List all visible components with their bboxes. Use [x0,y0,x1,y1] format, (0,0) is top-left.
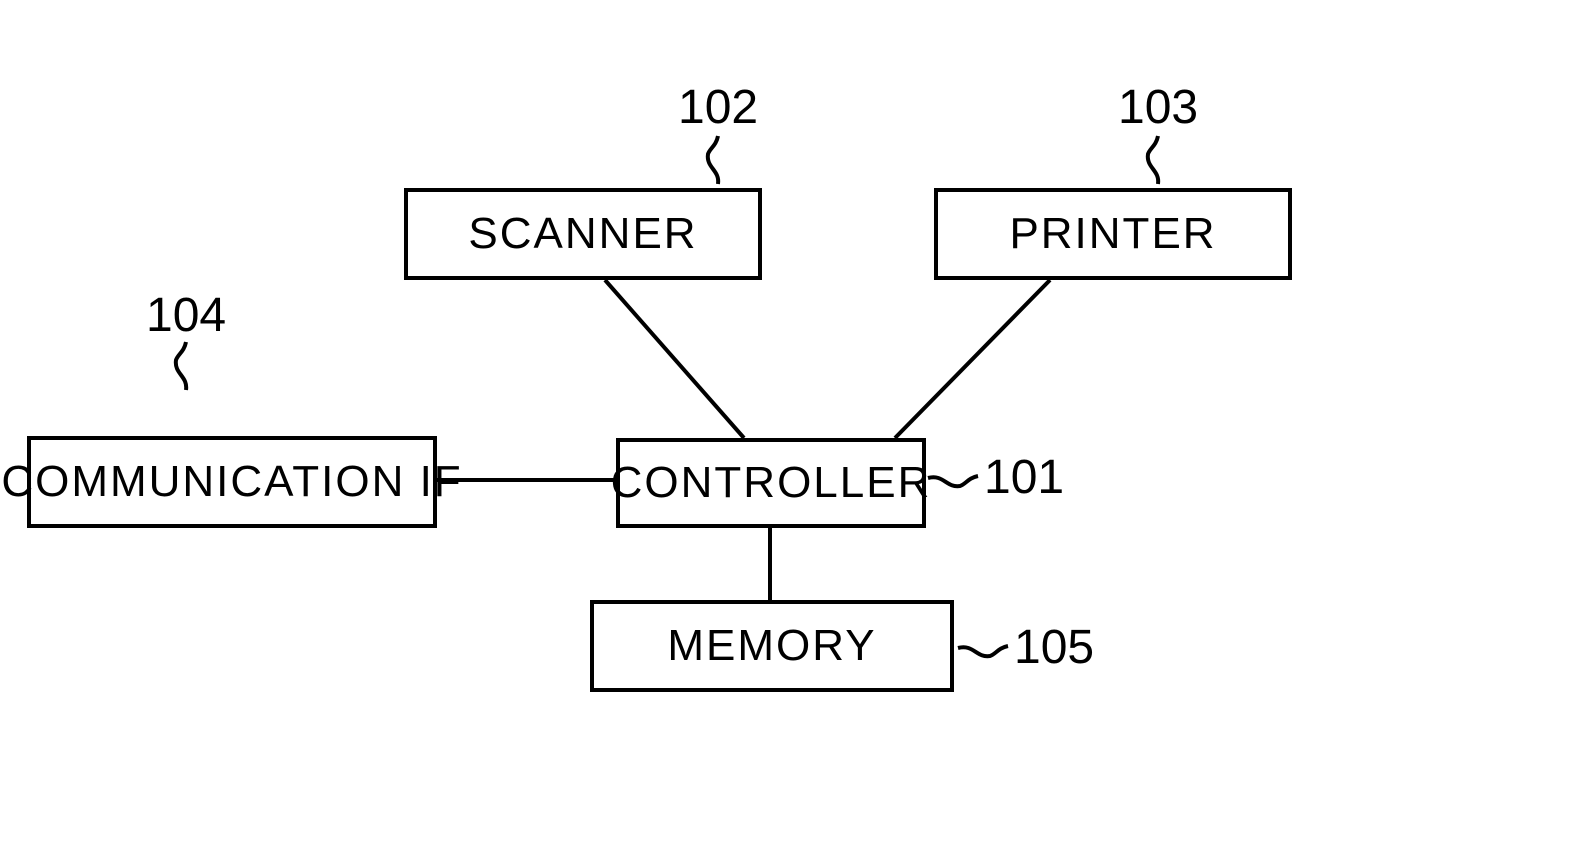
printer-ref: 103 [1118,80,1198,135]
controller-label: CONTROLLER [611,458,932,508]
memory-ref: 105 [1014,620,1094,675]
controller-ref: 101 [984,450,1064,505]
communication-if-label: COMMUNICATION IF [1,457,462,507]
scanner-block: SCANNER [404,188,762,280]
block-diagram: SCANNER 102 PRINTER 103 COMMUNICATION IF… [0,0,1569,852]
printer-block: PRINTER [934,188,1292,280]
scanner-ref: 102 [678,80,758,135]
scanner-label: SCANNER [468,209,697,259]
communication-if-block: COMMUNICATION IF [27,436,437,528]
connector-lines [0,0,1569,852]
memory-block: MEMORY [590,600,954,692]
memory-label: MEMORY [667,621,876,671]
communication-if-ref: 104 [146,288,226,343]
printer-label: PRINTER [1009,209,1216,259]
controller-block: CONTROLLER [616,438,926,528]
